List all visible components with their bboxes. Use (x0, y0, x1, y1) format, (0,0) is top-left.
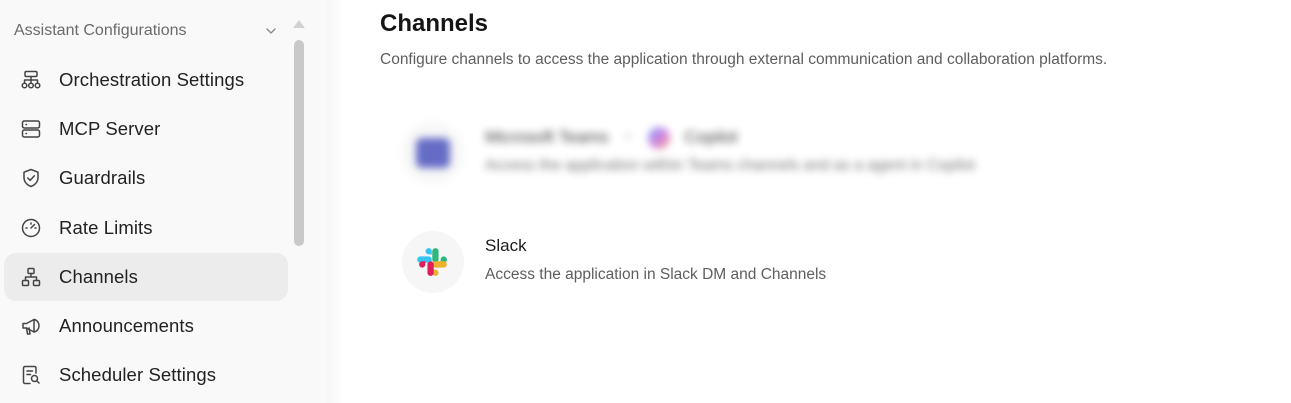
sidebar-item-announcements[interactable]: Announcements (4, 302, 288, 350)
app-root: Assistant Configurations Orchestration S… (0, 0, 1291, 403)
channel-card-slack[interactable]: Slack Access the application in Slack DM… (402, 231, 1202, 293)
scrollbar-thumb[interactable] (294, 40, 304, 246)
channel-name: Slack (485, 236, 527, 255)
hierarchy-icon (20, 69, 42, 91)
copilot-logo-icon (647, 127, 670, 149)
sidebar-item-label: Guardrails (59, 167, 146, 189)
channel-name: Microsoft Teams • Copilot (485, 127, 738, 149)
slack-logo-icon (402, 231, 464, 293)
sidebar-item-channels[interactable]: Channels (4, 252, 288, 301)
scroll-up-arrow-icon[interactable] (291, 16, 307, 30)
gauge-icon (20, 217, 42, 239)
sidebar-item-guardrails[interactable]: Guardrails (4, 154, 288, 202)
sidebar-item-rate-limits[interactable]: Rate Limits (4, 204, 288, 252)
separator-dot-icon: • (625, 127, 632, 147)
channel-card-microsoft-teams[interactable]: Microsoft Teams • Copilot Access the app… (402, 122, 1202, 184)
section-header-assistant-configurations[interactable]: Assistant Configurations (14, 20, 278, 42)
document-search-icon (20, 364, 42, 386)
sidebar-item-label: Scheduler Settings (59, 364, 217, 386)
sidebar-item-label: Channels (59, 265, 138, 287)
shield-icon (20, 167, 42, 189)
page-subtitle: Configure channels to access the applica… (380, 51, 1108, 68)
sidebar-item-label: Orchestration Settings (59, 69, 245, 90)
megaphone-icon (20, 315, 42, 337)
sidebar: Assistant Configurations Orchestration S… (0, 0, 345, 403)
sidebar-nav: Orchestration Settings MCP Server Guardr… (4, 56, 288, 400)
main-content: Channels Configure channels to access th… (380, 0, 1280, 403)
sidebar-scrollbar[interactable] (292, 38, 306, 403)
sidebar-item-orchestration-settings[interactable]: Orchestration Settings (4, 56, 288, 104)
sidebar-item-label: Rate Limits (59, 216, 153, 238)
sidebar-item-label: Announcements (59, 314, 195, 336)
channel-name-teams: Microsoft Teams (485, 127, 609, 147)
sidebar-item-mcp-server[interactable]: MCP Server (4, 105, 288, 153)
page-title: Channels (380, 10, 489, 37)
chevron-down-icon[interactable] (264, 24, 278, 38)
network-icon (20, 266, 42, 288)
server-icon (20, 118, 42, 140)
channel-description: Access the application in Slack DM and C… (485, 266, 827, 283)
section-title: Assistant Configurations (14, 22, 187, 39)
channel-name-copilot: Copilot (684, 127, 738, 147)
sidebar-item-scheduler-settings[interactable]: Scheduler Settings (4, 351, 288, 399)
channel-description: Access the application within Teams chan… (485, 157, 975, 174)
microsoft-teams-logo-icon (402, 122, 464, 184)
sidebar-item-label: MCP Server (59, 118, 161, 140)
